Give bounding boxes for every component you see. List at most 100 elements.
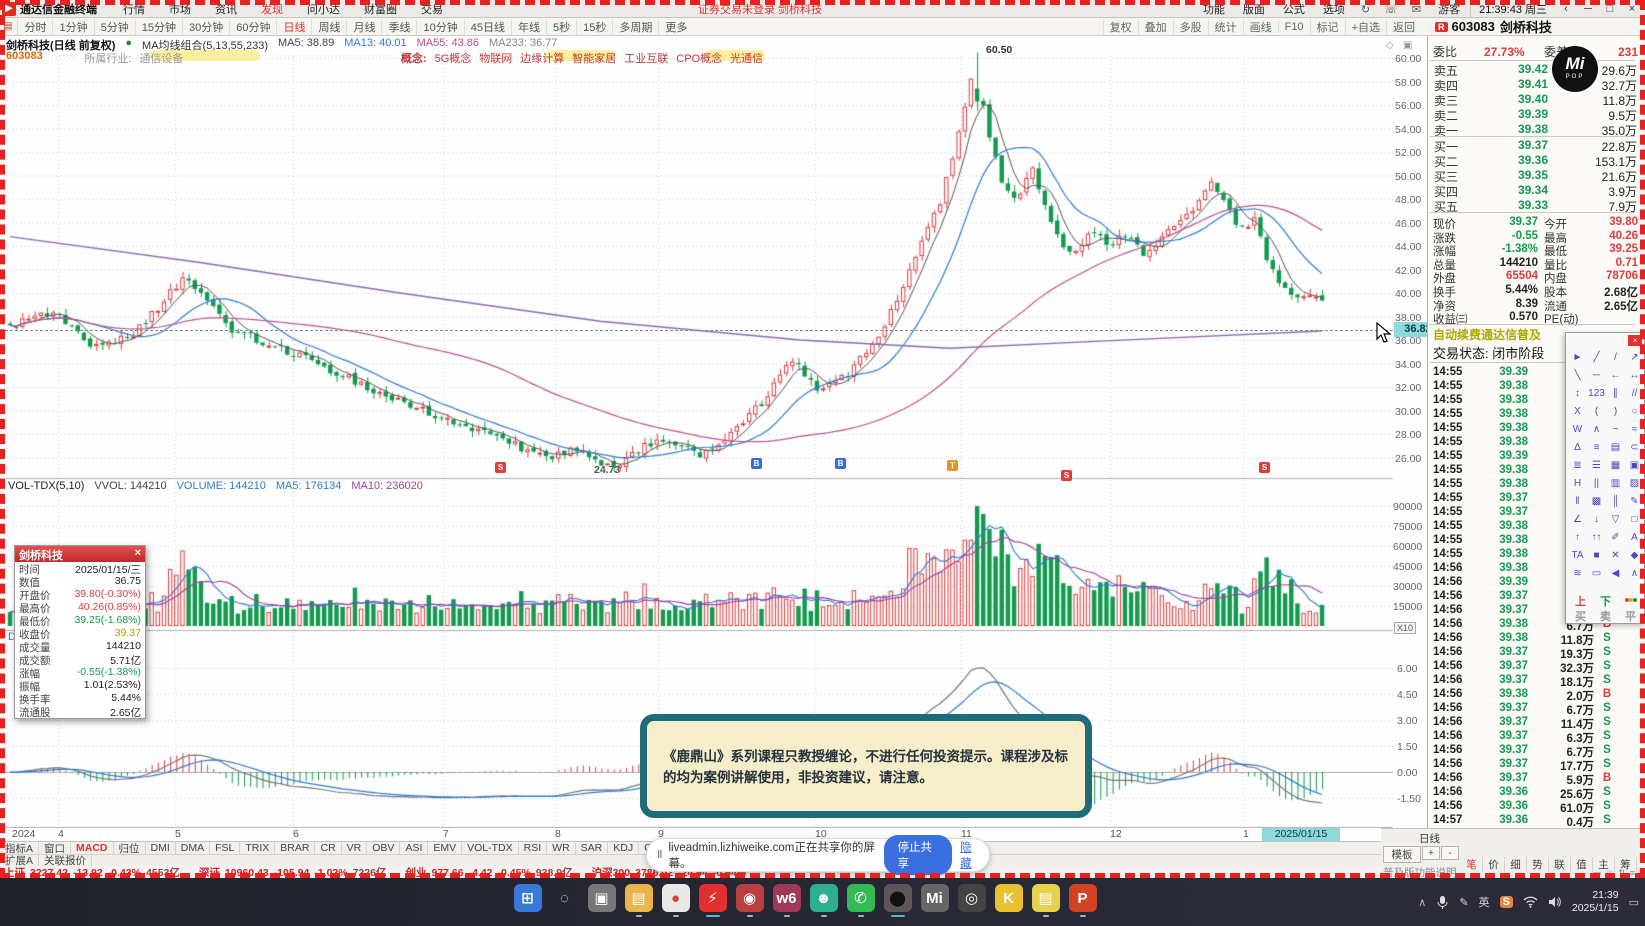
traffic-light-icon[interactable] — [1618, 593, 1643, 609]
drawing-tool-icon[interactable]: ▦ — [1606, 457, 1625, 475]
drawing-tool-icon[interactable]: ► — [1568, 349, 1587, 367]
tool-画线[interactable]: 画线 — [1242, 19, 1278, 35]
search-icon[interactable]: ◌ — [551, 884, 579, 912]
main-chart-canvas[interactable] — [0, 36, 1393, 828]
tick-row[interactable]: 14:56 39.36 25.6万 S — [1428, 786, 1641, 801]
drawing-tool-icon[interactable]: Δ — [1568, 439, 1587, 457]
drawing-tool-icon[interactable]: ─ — [1587, 367, 1606, 385]
close-button[interactable]: × — [1621, 3, 1643, 15]
drawing-tool-icon[interactable]: A — [1625, 529, 1644, 547]
youdao-icon[interactable]: ☻ — [809, 884, 838, 917]
wh6-icon[interactable]: w6 — [772, 884, 801, 917]
chart-book-icon[interactable]: ▤ — [3, 21, 12, 32]
indicator-tab-SAR[interactable]: SAR — [576, 842, 609, 854]
wechat-icon[interactable]: ✆ — [846, 884, 875, 917]
stop-sharing-button[interactable]: 停止共享 — [884, 835, 953, 875]
zoom-out-button[interactable]: - — [1441, 846, 1459, 860]
drawing-tool-icon[interactable]: ‖ — [1568, 493, 1587, 511]
drawing-tool-icon[interactable]: ↑ — [1568, 529, 1587, 547]
maximize-button[interactable]: □ — [1599, 3, 1621, 15]
titlebar-icon[interactable]: ☏ — [1377, 4, 1405, 16]
ask-row[interactable]: 卖三 39.40 11.8万 — [1428, 92, 1641, 108]
hide-link[interactable]: 隐藏 — [960, 839, 981, 871]
drawing-tool-icon[interactable]: ║ — [1606, 493, 1625, 511]
tool-统计[interactable]: 统计 — [1207, 19, 1243, 35]
drawing-tool-icon[interactable]: ╲ — [1568, 367, 1587, 385]
copy-icon[interactable]: ▣ — [1403, 40, 1412, 51]
tick-row[interactable]: 14:56 39.36 61.0万 S — [1428, 800, 1641, 815]
drawing-tool-icon[interactable]: W — [1568, 421, 1587, 439]
concept-tag[interactable]: 工业互联 — [624, 50, 668, 65]
period-更多[interactable]: 更多 — [658, 18, 693, 35]
panel-tab-细[interactable]: 细 — [1505, 857, 1527, 872]
drawing-tool-icon[interactable]: ∥ — [1606, 385, 1625, 403]
drawing-tool-icon[interactable]: 123 — [1587, 385, 1606, 403]
drawing-tool-icon[interactable]: ▽ — [1606, 511, 1625, 529]
ask-row[interactable]: 卖二 39.39 9.5万 — [1428, 107, 1641, 123]
period-月线[interactable]: 月线 — [346, 18, 381, 35]
system-clock[interactable]: 21:39 2025/1/15 — [1572, 889, 1619, 915]
drawing-tool-icon[interactable]: TA — [1568, 547, 1587, 565]
drawing-tool-icon[interactable]: ▤ — [1606, 439, 1625, 457]
panel-tab-值[interactable]: 值 — [1571, 857, 1593, 872]
user-label[interactable]: 游客 — [1428, 1, 1470, 17]
menu-item[interactable]: 行情 — [111, 1, 157, 17]
drawing-tool-icon[interactable]: ▨ — [1625, 475, 1644, 493]
zoom-in-button[interactable]: + — [1422, 846, 1440, 860]
file-explorer-icon[interactable]: ▤ — [624, 884, 653, 917]
titlebar-icon[interactable]: ✉ — [1405, 4, 1428, 16]
drawing-tool-icon[interactable]: ↕ — [1568, 385, 1587, 403]
period-60分钟[interactable]: 60分钟 — [229, 18, 276, 35]
menu-item[interactable]: 公式 — [1274, 1, 1314, 17]
drawing-tool-icon[interactable]: □ — [1625, 511, 1644, 529]
drawing-tool-icon[interactable]: / — [1606, 349, 1625, 367]
ime-language[interactable]: 英 — [1479, 894, 1490, 910]
chrome-icon[interactable]: ● — [661, 884, 690, 917]
task-view-icon[interactable]: ▣ — [587, 884, 616, 912]
minimize-button[interactable]: ─ — [1577, 3, 1599, 15]
tick-row[interactable]: 14:56 39.38 2.0万 B — [1428, 688, 1641, 703]
period-15秒[interactable]: 15秒 — [576, 18, 612, 35]
menu-item[interactable]: 发现 — [249, 1, 295, 17]
period-年线[interactable]: 年线 — [510, 18, 546, 35]
tool-F10[interactable]: F10 — [1277, 21, 1310, 33]
tick-row[interactable]: 14:56 39.37 17.7万 S — [1428, 758, 1641, 773]
panel-tab-联[interactable]: 联 — [1549, 857, 1571, 872]
indicator-tab-OBV[interactable]: OBV — [367, 842, 401, 854]
drawing-tool-icon[interactable]: ◆ — [1625, 547, 1644, 565]
menu-item[interactable]: 市场 — [157, 1, 203, 17]
indicator-tab-EMV[interactable]: EMV — [428, 842, 463, 854]
tick-row[interactable]: 14:56 39.38 11.8万 S — [1428, 632, 1641, 647]
qq-icon[interactable]: ⬤ — [883, 884, 912, 917]
bid-row[interactable]: 买五 39.33 7.9万 — [1428, 198, 1641, 214]
mini-icon[interactable]: ≡ — [1630, 868, 1635, 878]
drawing-tool-icon[interactable]: ∠ — [1568, 511, 1587, 529]
menu-item[interactable]: 版面 — [1234, 1, 1274, 17]
indicator-tab-VOL-TDX[interactable]: VOL-TDX — [462, 842, 519, 854]
indicator-tab-TRIX[interactable]: TRIX — [240, 842, 276, 854]
mini-icon[interactable]: ▭ — [1592, 868, 1601, 878]
ask-row[interactable]: 卖四 39.41 32.7万 — [1428, 77, 1641, 93]
notification-icon[interactable]: ▭ — [1629, 896, 1639, 909]
drawing-tool-icon[interactable]: ◀ — [1606, 565, 1625, 583]
period-10分钟[interactable]: 10分钟 — [416, 18, 463, 35]
indicator-tab-DMI[interactable]: DMI — [146, 842, 176, 854]
period-45日线[interactable]: 45日线 — [463, 18, 511, 35]
drawing-tool-icon[interactable]: ∧ — [1587, 421, 1606, 439]
tick-row[interactable]: 14:56 39.37 19.3万 S — [1428, 646, 1641, 661]
menu-item[interactable]: 选项 — [1314, 1, 1354, 17]
netease-icon[interactable]: ◉ — [735, 884, 764, 917]
tool-复权[interactable]: 复权 — [1102, 19, 1138, 35]
pen-icon[interactable]: ✎ — [1459, 896, 1468, 909]
tool-多股[interactable]: 多股 — [1172, 19, 1208, 35]
period-5分钟[interactable]: 5分钟 — [93, 18, 135, 35]
template-button[interactable]: 模板 — [1383, 846, 1421, 863]
sticky-notes-icon[interactable]: ▤ — [1031, 884, 1060, 917]
drawing-tool-icon[interactable]: ↑↑ — [1587, 529, 1606, 547]
drawing-tool-icon[interactable]: ■ — [1587, 547, 1606, 565]
drawing-tool-icon[interactable]: ▭ — [1587, 565, 1606, 583]
bid-row[interactable]: 买四 39.34 3.9万 — [1428, 183, 1641, 199]
drawing-tool-icon[interactable]: ○ — [1625, 403, 1644, 421]
period-季线[interactable]: 季线 — [381, 18, 416, 35]
chevron-up-icon[interactable]: ∧ — [1418, 896, 1426, 909]
